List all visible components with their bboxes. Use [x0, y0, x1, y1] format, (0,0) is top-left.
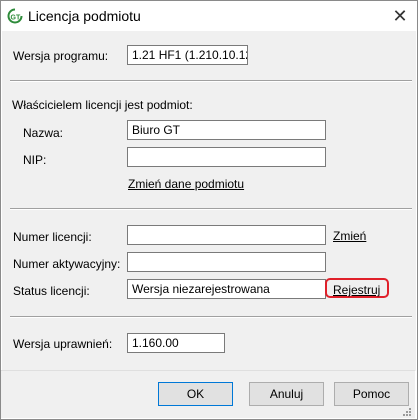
license-number-field[interactable]: [127, 225, 326, 245]
license-number-label: Numer licencji:: [13, 230, 92, 244]
name-label: Nazwa:: [23, 126, 64, 140]
separator: [10, 316, 412, 318]
change-license-link[interactable]: Zmień: [333, 229, 366, 243]
name-field[interactable]: Biuro GT: [127, 120, 326, 140]
close-button[interactable]: ✕: [384, 2, 416, 30]
resize-grip-icon[interactable]: [402, 406, 412, 416]
help-button[interactable]: Pomoc: [334, 382, 409, 406]
window-title: Licencja podmiotu: [28, 8, 141, 24]
nip-field[interactable]: [127, 147, 326, 167]
register-link[interactable]: Rejestruj: [333, 283, 380, 297]
permissions-version-label: Wersja uprawnień:: [13, 337, 113, 351]
separator: [10, 80, 412, 82]
activation-number-label: Numer aktywacyjny:: [13, 257, 121, 271]
dialog-body: [2, 31, 416, 371]
change-owner-link[interactable]: Zmień dane podmiotu: [128, 177, 244, 191]
separator: [10, 208, 412, 210]
license-status-label: Status licencji:: [13, 284, 90, 298]
program-version-field[interactable]: 1.21 HF1 (1.210.10.12: [127, 45, 248, 65]
permissions-version-field: 1.160.00: [127, 333, 225, 353]
license-status-field: Wersja niezarejestrowana: [127, 279, 326, 299]
svg-text:GT: GT: [11, 15, 21, 22]
activation-number-field[interactable]: [127, 252, 326, 272]
cancel-button[interactable]: Anuluj: [249, 382, 324, 406]
program-version-label: Wersja programu:: [13, 49, 109, 63]
title-bar: GT Licencja podmiotu ✕: [1, 1, 417, 31]
nip-label: NIP:: [23, 153, 47, 167]
owner-header: Właścicielem licencji jest podmiot:: [12, 98, 193, 112]
app-logo-icon: GT: [7, 8, 23, 24]
ok-button[interactable]: OK: [158, 382, 233, 406]
